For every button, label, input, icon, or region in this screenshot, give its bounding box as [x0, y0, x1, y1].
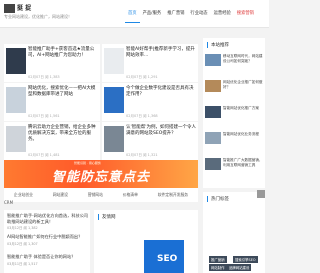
- article-title[interactable]: 网站优化，搜索优化——把AI大模型和数据库带进了网站: [28, 86, 98, 98]
- banner-subtitle: 智能识别 · 用心服务: [74, 161, 101, 165]
- article-meta: 02月07日 阅 1,291: [126, 75, 158, 79]
- sidebar-item-title[interactable]: 智能网站优化业务流程: [223, 132, 265, 137]
- sidebar-thumbnail[interactable]: [205, 54, 221, 66]
- tag-link[interactable]: 价格清单: [123, 192, 138, 198]
- sidebar-title: 本站推荐: [207, 42, 229, 48]
- site-slogan: 专业网站建设，优化推广，网站建设！: [4, 14, 72, 19]
- article-title[interactable]: 智能AI好帮手|推荐新手学习，提升网站效率...: [126, 47, 196, 59]
- article-thumbnail[interactable]: [104, 48, 124, 74]
- nav-search-marketing[interactable]: 搜索营销: [234, 4, 257, 23]
- sidebar-title: 热门标签: [207, 196, 229, 202]
- article-card[interactable]: 认'智能帮'为例，如何搭建一个令人满意的网站及SEO提升？ 02月07日 阅 1…: [102, 122, 198, 160]
- sidebar-item-title[interactable]: 智能推广广大数据营销，利用互联网营销工具: [223, 158, 265, 167]
- tag-link[interactable]: 网站建设: [53, 192, 68, 198]
- article-thumbnail[interactable]: [6, 126, 26, 152]
- tag-pill[interactable]: 推广营销: [209, 256, 227, 263]
- article-title[interactable]: 今个做企业数字化建设是否具有决定作用？: [126, 86, 196, 98]
- article-meta: 02月07日 阅 1,368: [126, 114, 158, 118]
- nav-products[interactable]: 产品/服务: [140, 4, 165, 23]
- article-thumbnail[interactable]: [6, 87, 26, 113]
- sidebar-recommend: 本站推荐 移动互联网时代，网站建设公司如何突破？ 网站优化企业推广如何做好？ 智…: [203, 38, 265, 188]
- list-item-title[interactable]: 智能推广助手 体验是否让你的网站？: [7, 254, 89, 260]
- article-meta: 02月07日 阅 1,481: [28, 153, 60, 157]
- main-nav: 首页 产品/服务 推广营销 行业动态 运营经验 搜索营销: [125, 4, 257, 23]
- article-meta: 02月07日 阅 1,561: [28, 114, 60, 118]
- banner-headline: 智能防忘意点去: [52, 170, 151, 185]
- sidebar-thumbnail[interactable]: [205, 158, 221, 170]
- article-card[interactable]: 智能推广助手+获客首选★流量公司，AI+网站推广为您助力！ 02月07日 阅 1…: [4, 44, 100, 82]
- article-thumbnail[interactable]: [104, 87, 124, 113]
- article-meta: 02月07日 阅 1,383: [28, 75, 60, 79]
- crm-label: CRM: [4, 200, 14, 205]
- list-item[interactable]: 智能推广助手 体验是否让你的网站？ 03月11日 阅 1,517: [7, 254, 89, 266]
- tag-pill[interactable]: 搜索引擎SEO: [233, 256, 258, 263]
- article-card[interactable]: 智能AI好帮手|推荐新手学习，提升网站效率... 02月07日 阅 1,291: [102, 44, 198, 82]
- logo-icon[interactable]: [4, 4, 15, 13]
- article-title[interactable]: 腾讯云助力企业营销，给企业多种优质解决方案，带来全方位的服务。: [28, 125, 98, 143]
- scroll-top-button[interactable]: [257, 190, 265, 198]
- list-item[interactable]: AI网站智能推广如何在行业中脱颖而出？ 03月12日 阅 1,307: [7, 234, 89, 246]
- article-card[interactable]: 网站优化，搜索优化——把AI大模型和数据库带进了网站 02月07日 阅 1,56…: [4, 83, 100, 121]
- logo-text[interactable]: 挺 捉: [17, 3, 31, 12]
- article-thumbnail[interactable]: [104, 126, 124, 152]
- tag-link[interactable]: 企业站创业: [14, 192, 33, 198]
- sidebar-thumbnail[interactable]: [205, 106, 221, 118]
- article-card[interactable]: 今个做企业数字化建设是否具有决定作用？ 02月07日 阅 1,368: [102, 83, 198, 121]
- tag-pill[interactable]: 品牌网站建设: [227, 264, 252, 271]
- tag-link[interactable]: 软件定制开发服务: [158, 192, 188, 198]
- tag-link[interactable]: 营销网站: [88, 192, 103, 198]
- sidebar-thumbnail[interactable]: [205, 132, 221, 144]
- list-item-meta: 03月12日 阅 1,382: [7, 226, 38, 230]
- sidebar-tags: 热门标签 推广营销 搜索引擎SEO 网站制作 品牌网站建设: [203, 192, 265, 273]
- article-thumbnail[interactable]: [6, 48, 26, 74]
- promo-banner[interactable]: 智能识别 · 用心服务 智能防忘意点去: [4, 160, 198, 188]
- article-list: 智能推广助手-网站优化方向首选，科技公司助推网站建设的新工具！ 03月12日 阅…: [4, 210, 90, 273]
- list-item-meta: 03月11日 阅 1,517: [7, 261, 38, 266]
- sidebar-item-title[interactable]: 移动互联网时代，网站建设公司如何突破？: [223, 54, 265, 63]
- article-title[interactable]: 认'智能帮'为例，如何搭建一个令人满意的网站及SEO提升？: [126, 125, 196, 137]
- list-item[interactable]: 智能推广助手-网站优化方向首选，科技公司助推网站建设的新工具！ 03月12日 阅…: [7, 213, 89, 230]
- article-title[interactable]: 智能推广助手+获客首选★流量公司，AI+网站推广为您助力！: [28, 47, 98, 59]
- nav-home[interactable]: 首页: [125, 4, 140, 23]
- nav-experience[interactable]: 运营经验: [211, 4, 234, 23]
- sidebar-item-title[interactable]: 网站优化企业推广如何做好？: [223, 80, 265, 89]
- list-item-title[interactable]: AI网站智能推广如何在行业中脱颖而出？: [7, 234, 89, 240]
- list-item-meta: 03月12日 阅 1,307: [7, 241, 38, 246]
- nav-industry[interactable]: 行业动态: [187, 4, 210, 23]
- seo-image-text: SEO: [157, 254, 178, 264]
- tag-pill[interactable]: 网站制作: [209, 264, 227, 271]
- category-tags: 企业站创业 网站建设 营销网站 价格清单 软件定制开发服务: [4, 188, 198, 202]
- friend-panel: 友情网 SEO: [94, 210, 198, 273]
- top-header: 挺 捉 专业网站建设，优化推广，网站建设！ 首页 产品/服务 推广营销 行业动态…: [0, 0, 269, 28]
- list-item-title[interactable]: 智能推广助手-网站优化方向首选，科技公司助推网站建设的新工具！: [7, 213, 89, 224]
- nav-promotion[interactable]: 推广营销: [164, 4, 187, 23]
- sidebar-item-title[interactable]: 智能网站优化推广方案: [223, 106, 265, 111]
- panel-title: 友情网: [98, 214, 116, 220]
- article-meta: 02月07日 阅 1,321: [126, 153, 158, 157]
- sidebar-thumbnail[interactable]: [205, 80, 221, 92]
- article-card[interactable]: 腾讯云助力企业营销，给企业多种优质解决方案，带来全方位的服务。 02月07日 阅…: [4, 122, 100, 160]
